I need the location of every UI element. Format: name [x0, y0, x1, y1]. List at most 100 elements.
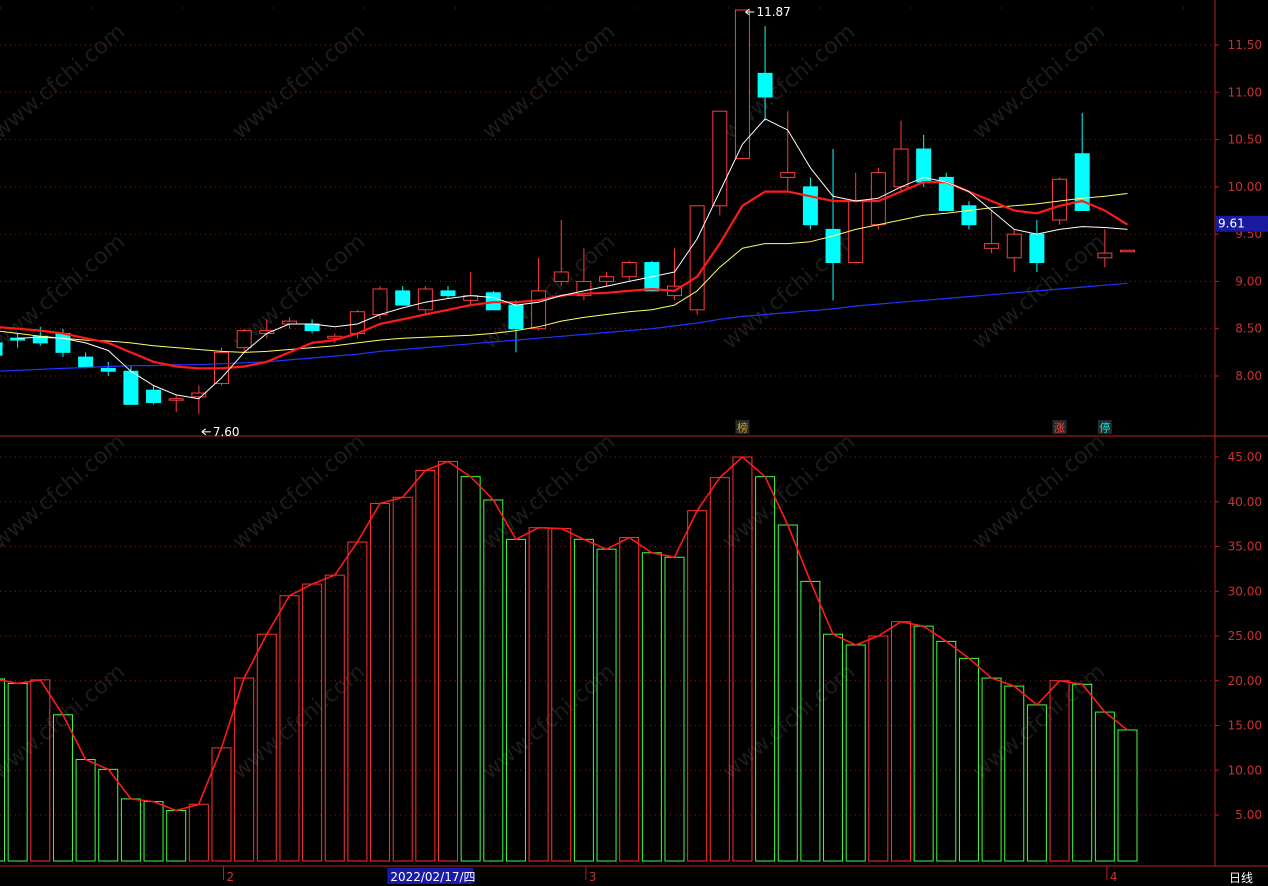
candle[interactable]	[100, 361, 116, 376]
indicator-axis: 5.00 10.00 15.00 20.00 25.00 30.00 35.00 40.00 4…	[1215, 450, 1262, 822]
candle-body	[984, 243, 1000, 249]
annotation-label: 11.87	[756, 5, 790, 19]
indicator-bar[interactable]	[415, 469, 436, 862]
candle-body	[802, 186, 818, 226]
volume-trend-line	[0, 455, 1128, 812]
badge-label: 停	[1099, 421, 1110, 435]
period-label[interactable]: 日线	[1229, 871, 1253, 885]
candle[interactable]	[984, 210, 1000, 254]
selected-date-box: 2022/02/17/四	[387, 868, 476, 884]
indicator-bar[interactable]	[664, 556, 685, 862]
indicator-bar[interactable]	[143, 801, 164, 862]
candle[interactable]	[893, 120, 909, 192]
indicator-bar[interactable]	[392, 496, 413, 862]
indicator-bar[interactable]	[755, 476, 776, 862]
volume-bars[interactable]	[0, 456, 1138, 862]
candle-body	[55, 332, 71, 353]
price-tick-label: 10.50	[1228, 133, 1262, 147]
candle[interactable]	[485, 290, 501, 311]
candle-body	[372, 288, 388, 316]
candle[interactable]	[304, 319, 320, 334]
date-tick-label: 2	[227, 870, 235, 884]
indicator-bar[interactable]	[891, 621, 911, 862]
event-badge[interactable]: 榜	[735, 420, 750, 435]
candle-body	[1029, 233, 1045, 264]
watermark-text: www.cfchi.com	[478, 19, 620, 144]
candle[interactable]	[780, 111, 796, 192]
candle-body	[395, 290, 411, 306]
candle[interactable]	[440, 286, 456, 299]
indicator-bar[interactable]	[188, 803, 209, 862]
candle-body	[100, 367, 116, 372]
event-badge[interactable]: 涨	[1052, 420, 1067, 435]
candle[interactable]	[938, 172, 954, 211]
indicator-bar[interactable]	[505, 538, 526, 862]
candle[interactable]	[621, 260, 637, 282]
candle[interactable]	[191, 385, 207, 414]
indicator-bar[interactable]	[528, 527, 549, 862]
candle[interactable]	[1074, 113, 1090, 211]
indicator-bar[interactable]	[370, 503, 391, 862]
indicator-bar[interactable]	[1117, 729, 1138, 862]
candle[interactable]	[1120, 249, 1135, 253]
indicator-bar[interactable]	[1094, 711, 1115, 862]
indicator-bar[interactable]	[1004, 685, 1025, 862]
candle-body	[1052, 178, 1068, 221]
indicator-bar[interactable]	[619, 537, 640, 862]
indicator-bar[interactable]	[1072, 683, 1093, 862]
indicator-bar[interactable]	[166, 810, 187, 862]
period-indicator[interactable]: 日线	[1229, 871, 1253, 885]
candle[interactable]	[712, 110, 728, 216]
candle[interactable]	[1006, 229, 1022, 272]
indicator-line	[0, 455, 1128, 812]
indicator-bar[interactable]	[936, 640, 957, 862]
candle[interactable]	[531, 257, 547, 331]
event-badge[interactable]: 停	[1097, 420, 1112, 435]
indicator-bar[interactable]	[913, 625, 934, 862]
candle[interactable]	[667, 248, 682, 301]
candle[interactable]	[78, 352, 94, 369]
candle[interactable]	[1029, 219, 1045, 272]
badge-label: 榜	[737, 421, 748, 435]
indicator-bar[interactable]	[777, 524, 798, 862]
candle-body	[417, 288, 433, 311]
candle[interactable]	[825, 149, 841, 301]
candle[interactable]	[168, 394, 184, 412]
candle[interactable]	[123, 366, 139, 405]
candle[interactable]	[508, 300, 524, 353]
candle[interactable]	[417, 286, 433, 315]
candle[interactable]	[395, 286, 411, 306]
candle[interactable]	[848, 172, 864, 264]
indicator-bar[interactable]	[324, 574, 345, 862]
event-badges[interactable]: 榜涨停	[735, 420, 1112, 435]
date-axis[interactable]: 2 3 4	[223, 866, 1118, 884]
price-tick-label: 11.00	[1228, 85, 1262, 99]
indicator-bar[interactable]	[460, 476, 481, 862]
candle[interactable]	[802, 177, 818, 230]
indicator-bar[interactable]	[687, 510, 708, 862]
moving-average-lines	[0, 118, 1129, 400]
candle[interactable]	[463, 271, 479, 306]
indicator-tick-label: 30.00	[1228, 584, 1262, 598]
candle-body	[168, 398, 184, 401]
candle[interactable]	[553, 219, 569, 287]
watermark-text: www.cfchi.com	[0, 659, 130, 784]
candle[interactable]	[734, 9, 750, 159]
chart-canvas[interactable]: www.cfchi.com www.cfchi.com www.cfchi.com w…	[0, 0, 1268, 886]
indicator-bar[interactable]	[347, 541, 368, 862]
candle[interactable]	[599, 271, 615, 287]
panel-frame	[0, 0, 1268, 867]
candle[interactable]	[961, 201, 977, 230]
indicator-bar[interactable]	[75, 759, 96, 862]
indicator-bar[interactable]	[120, 798, 141, 862]
indicator-bar[interactable]	[98, 768, 119, 862]
indicator-bar[interactable]	[438, 460, 458, 862]
indicator-tick-label: 5.00	[1235, 808, 1262, 822]
watermark-text: www.cfchi.com	[478, 659, 620, 784]
candle[interactable]	[214, 347, 229, 386]
indicator-bar[interactable]	[596, 548, 617, 862]
candle-body	[146, 389, 162, 403]
indicator-bar[interactable]	[868, 635, 889, 862]
candle[interactable]	[146, 385, 162, 405]
candle[interactable]	[689, 205, 705, 315]
